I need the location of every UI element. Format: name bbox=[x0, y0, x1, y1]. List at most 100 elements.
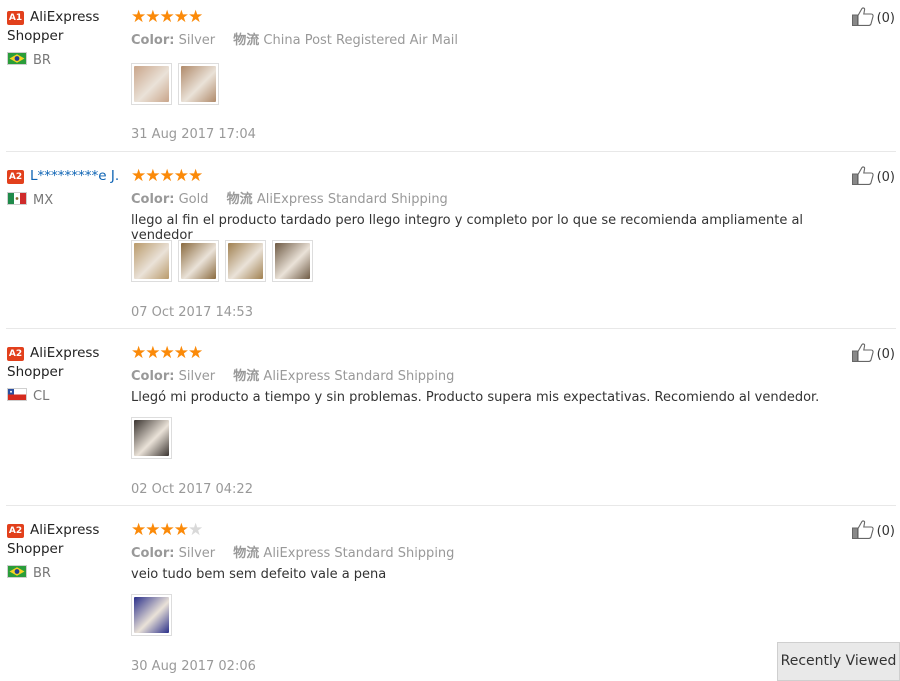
helpful-button[interactable]: (0) bbox=[851, 343, 895, 366]
helpful-button[interactable]: (0) bbox=[851, 7, 895, 30]
star-icon: ★ bbox=[188, 166, 203, 186]
country-flag-icon bbox=[7, 192, 27, 205]
thumbs-up-icon bbox=[851, 343, 874, 366]
review-item: A2 L*********e J. MX ★★★★★ Color: Gold 物流… bbox=[0, 159, 900, 336]
country-flag-icon bbox=[7, 388, 27, 401]
color-label: Color: bbox=[131, 369, 175, 384]
shipping-label: 物流 bbox=[233, 33, 260, 48]
review-attributes: Color: Silver 物流 China Post Registered A… bbox=[131, 29, 831, 48]
shipping-value: China Post Registered Air Mail bbox=[263, 33, 459, 48]
shipping-label: 物流 bbox=[233, 546, 260, 561]
star-rating: ★★★★★ bbox=[131, 166, 831, 185]
thumbs-up-icon bbox=[851, 520, 874, 543]
review-photo[interactable] bbox=[131, 63, 172, 105]
buyer-level-badge: A2 bbox=[7, 524, 24, 538]
star-rating: ★★★★★ bbox=[131, 7, 831, 26]
helpful-button[interactable]: (0) bbox=[851, 520, 895, 543]
star-icon: ★ bbox=[159, 166, 175, 186]
review-photos bbox=[131, 594, 172, 636]
review-attributes: Color: Silver 物流 AliExpress Standard Shi… bbox=[131, 542, 831, 561]
review-content: ★★★★★ Color: Silver 物流 AliExpress Standa… bbox=[131, 520, 831, 674]
review-photo[interactable] bbox=[131, 240, 172, 282]
star-icon: ★ bbox=[145, 166, 160, 186]
review-date: 07 Oct 2017 14:53 bbox=[131, 305, 253, 320]
helpful-button[interactable]: (0) bbox=[851, 166, 895, 189]
star-rating: ★★★★★ bbox=[131, 520, 831, 539]
shipping-label: 物流 bbox=[233, 369, 260, 384]
thumbs-up-icon bbox=[851, 7, 874, 30]
reviewer-country: CL bbox=[7, 388, 125, 404]
review-photo[interactable] bbox=[225, 240, 266, 282]
reviewer-name-text: L*********e J. bbox=[30, 168, 120, 184]
color-label: Color: bbox=[131, 546, 175, 561]
helpful-count: (0) bbox=[876, 347, 895, 362]
review-attributes: Color: Gold 物流 AliExpress Standard Shipp… bbox=[131, 188, 831, 207]
thumbs-up-icon bbox=[851, 166, 874, 189]
review-photos bbox=[131, 240, 313, 282]
review-photos bbox=[131, 417, 172, 459]
star-icon: ★ bbox=[188, 520, 203, 540]
review-photo[interactable] bbox=[178, 63, 219, 105]
country-flag-icon bbox=[7, 565, 27, 578]
review-content: ★★★★★ Color: Silver 物流 China Post Regist… bbox=[131, 7, 831, 142]
star-icon: ★ bbox=[159, 520, 175, 540]
review-text: llego al fin el producto tardado pero ll… bbox=[131, 213, 804, 243]
star-icon: ★ bbox=[159, 7, 175, 27]
review-photo[interactable] bbox=[178, 240, 219, 282]
reviewer-country: BR bbox=[7, 565, 125, 581]
star-icon: ★ bbox=[173, 7, 189, 27]
color-value: Silver bbox=[178, 369, 216, 384]
reviewer-name[interactable]: A2 L*********e J. bbox=[7, 167, 125, 186]
reviewer-info: A1 AliExpress Shopper BR bbox=[7, 8, 125, 68]
review-content: ★★★★★ Color: Gold 物流 AliExpress Standard… bbox=[131, 166, 831, 320]
country-code: BR bbox=[33, 53, 51, 68]
review-date: 02 Oct 2017 04:22 bbox=[131, 482, 253, 497]
reviewer-info: A2 AliExpress Shopper CL bbox=[7, 344, 125, 404]
color-value: Gold bbox=[178, 192, 209, 207]
reviewer-name: A2 AliExpress Shopper bbox=[7, 344, 125, 382]
reviewer-name: A2 AliExpress Shopper bbox=[7, 521, 125, 559]
star-icon: ★ bbox=[131, 7, 146, 27]
review-text: Llegó mi producto a tiempo y sin problem… bbox=[131, 390, 820, 405]
country-code: CL bbox=[33, 389, 50, 404]
review-attributes: Color: Silver 物流 AliExpress Standard Shi… bbox=[131, 365, 831, 384]
helpful-count: (0) bbox=[876, 11, 895, 26]
review-text: veio tudo bem sem defeito vale a pena bbox=[131, 567, 387, 582]
star-rating: ★★★★★ bbox=[131, 343, 831, 362]
reviewer-name: A1 AliExpress Shopper bbox=[7, 8, 125, 46]
color-label: Color: bbox=[131, 192, 175, 207]
star-icon: ★ bbox=[145, 520, 160, 540]
reviewer-info: A2 AliExpress Shopper BR bbox=[7, 521, 125, 581]
review-divider bbox=[6, 328, 896, 329]
review-content: ★★★★★ Color: Silver 物流 AliExpress Standa… bbox=[131, 343, 831, 497]
shipping-label: 物流 bbox=[226, 192, 253, 207]
reviewer-info: A2 L*********e J. MX bbox=[7, 167, 125, 208]
star-icon: ★ bbox=[188, 343, 203, 363]
color-value: Silver bbox=[178, 546, 216, 561]
star-icon: ★ bbox=[131, 166, 146, 186]
star-icon: ★ bbox=[159, 343, 175, 363]
helpful-count: (0) bbox=[876, 170, 895, 185]
recently-viewed-button[interactable]: Recently Viewed bbox=[777, 642, 900, 681]
shipping-value: AliExpress Standard Shipping bbox=[263, 546, 455, 561]
star-icon: ★ bbox=[131, 343, 146, 363]
buyer-level-badge: A1 bbox=[7, 11, 24, 25]
country-flag-icon bbox=[7, 52, 27, 65]
star-icon: ★ bbox=[173, 343, 189, 363]
color-value: Silver bbox=[178, 33, 216, 48]
review-date: 31 Aug 2017 17:04 bbox=[131, 127, 256, 142]
star-icon: ★ bbox=[188, 7, 203, 27]
star-icon: ★ bbox=[145, 343, 160, 363]
star-icon: ★ bbox=[131, 520, 146, 540]
review-photo[interactable] bbox=[131, 594, 172, 636]
reviewer-country: BR bbox=[7, 52, 125, 68]
review-item: A2 AliExpress Shopper CL ★★★★★ Color: Sil… bbox=[0, 336, 900, 513]
country-code: BR bbox=[33, 566, 51, 581]
review-photo[interactable] bbox=[272, 240, 313, 282]
review-photo[interactable] bbox=[131, 417, 172, 459]
review-item: A2 AliExpress Shopper BR ★★★★★ Color: Sil… bbox=[0, 513, 900, 681]
review-photos bbox=[131, 63, 219, 105]
review-date: 30 Aug 2017 02:06 bbox=[131, 659, 256, 674]
star-icon: ★ bbox=[173, 520, 189, 540]
review-divider bbox=[6, 151, 896, 152]
